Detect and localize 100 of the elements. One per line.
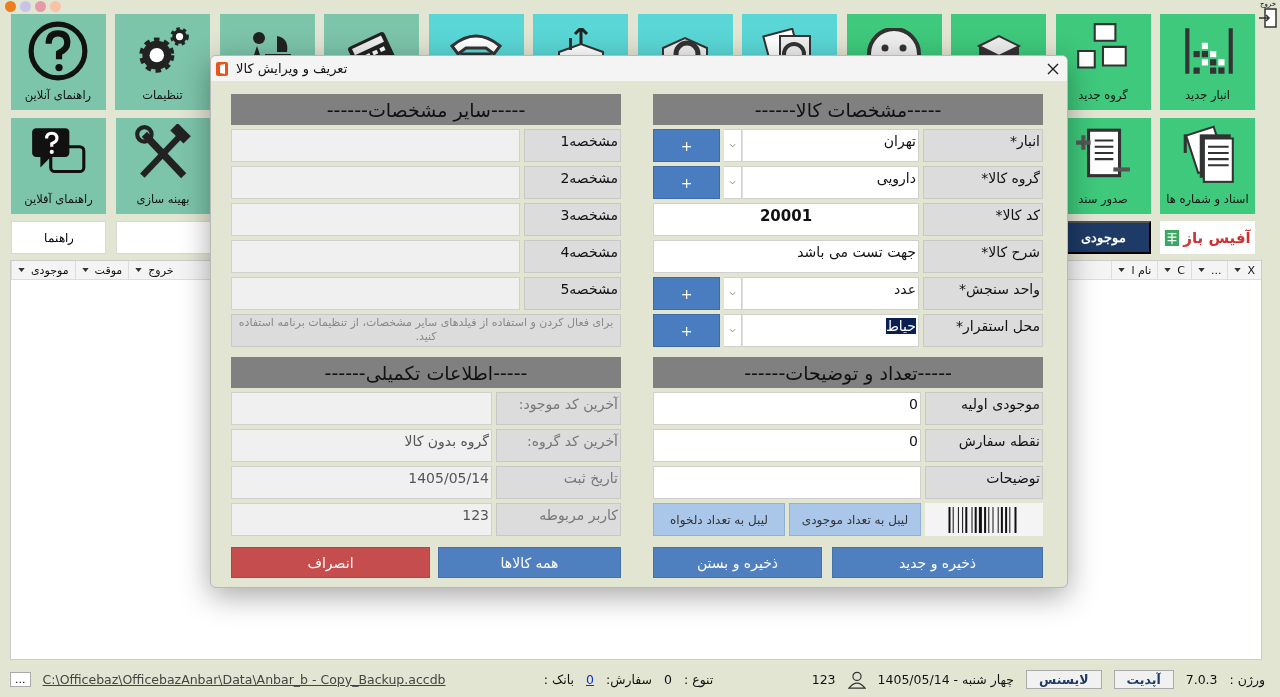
variety-count: 0 [664,672,672,687]
license-button[interactable]: لایسنس [1026,670,1102,689]
column-title: C [1177,263,1185,277]
dialog-title: تعریف و ویرایش کالا [236,61,349,76]
browse-button[interactable]: ... [10,672,31,687]
dropdown-arrow-icon [1164,268,1172,272]
dropdown-arrow-icon [81,268,89,272]
window-dot[interactable] [5,1,16,12]
column-header[interactable]: موجودی [11,261,75,279]
window-dot[interactable] [20,1,31,12]
input-field[interactable]: جهت تست می باشد [653,240,919,273]
tile-label: اسناد و شماره ها [1166,192,1249,206]
action-button[interactable]: ذخیره و بستن [653,547,822,578]
action-button[interactable]: همه کالاها [438,547,621,578]
database-path-link[interactable]: C:\Officebaz\OfficebazAnbar\Data\Anbar_b - Copy_Backup.accdb [42,672,446,687]
column-title: موقت [94,263,123,277]
tile-label: راهنمای آفلاین [24,192,93,206]
version-number: 7.0.3 [1185,672,1218,687]
add-button[interactable]: + [653,129,720,162]
app-tile[interactable]: تنظیمات [115,14,210,110]
dropdown-button[interactable] [724,166,742,199]
field-label: موجودی اولیه [925,392,1043,425]
add-button[interactable]: + [653,277,720,310]
window-dot[interactable] [50,1,61,12]
column-title: X [1247,263,1255,277]
dropdown-button[interactable] [724,314,742,347]
column-title: ... [1210,263,1222,277]
app-tile[interactable]: راهنمای آفلاین [11,118,106,214]
field-value: تهران [883,133,916,149]
exit-door-icon [1258,8,1278,28]
field-label: مشخصه5 [524,277,621,310]
dropdown-arrow-icon [18,268,25,272]
column-title: موجودی [31,263,69,277]
info-note: برای فعال کردن و استفاده از فیلدهای سایر مشخصات، از تنظیمات برنامه استفاده کنید. [231,314,621,347]
input-field[interactable]: 20001 [653,203,919,236]
section-header: -----مشخصات کالا------ [653,94,1043,125]
help-icon [27,20,89,82]
section-header: -----سایر مشخصات------ [231,94,621,125]
dropdown-button[interactable] [724,129,742,162]
input-field[interactable]: 0 [653,429,921,462]
field-label: واحد سنجش* [923,277,1043,310]
input-field[interactable] [653,466,921,499]
column-header[interactable]: C [1157,261,1191,279]
input-field[interactable]: 0 [653,392,921,425]
update-button[interactable]: آپدیت [1113,670,1174,689]
field-label: توضیحات [925,466,1043,499]
tile-label: بهینه سازی [136,192,190,206]
label-print-button[interactable]: لیبل به تعداد دلخواه [653,503,785,536]
column-title: خروج [148,263,174,277]
combo-field[interactable]: عدد [742,277,919,310]
field-label: محل استقرار* [923,314,1043,347]
field-value: حیاط [885,318,916,334]
tile-label: صدور سند [1078,192,1128,206]
dropdown-arrow-icon [135,268,143,272]
field-label: آخرین کد موجود: [496,392,621,425]
column-header[interactable]: خروج [128,261,180,279]
tile-label: تنظیمات [142,88,183,102]
logo-text: آفیس باز [1183,228,1251,247]
user-name: 123 [811,672,836,687]
field-label: انبار* [923,129,1043,162]
field-label: کاربر مربوطه [496,503,621,536]
user-icon [847,670,866,689]
version-label: ورژن : [1229,672,1265,687]
orders-link[interactable]: 0 [585,672,594,687]
field-label: مشخصه2 [524,166,621,199]
combo-field[interactable]: تهران [742,129,919,162]
dropdown-arrow-icon [1118,268,1126,272]
app-tile[interactable]: راهنمای آنلاین [10,14,106,110]
combo-field[interactable]: حیاط [742,314,919,347]
action-button[interactable]: ذخیره و جدید [832,547,1043,578]
tile-label: گروه جدید [1078,88,1128,102]
field-label: گروه کالا* [923,166,1043,199]
column-header[interactable]: موقت [74,261,129,279]
spreadsheet-icon [1164,228,1181,247]
app-tile[interactable]: اسناد و شماره ها [1160,118,1255,214]
action-button[interactable]: انصراف [231,547,430,578]
close-icon [1047,62,1059,75]
app-tile[interactable]: گروه جدید [1055,14,1151,110]
dropdown-button[interactable] [724,277,742,310]
bank-label: بانک : [543,672,574,687]
combo-field[interactable]: دارویی [742,166,919,199]
field-label: شرح کالا* [923,240,1043,273]
dropdown-arrow-icon [1197,268,1205,272]
caret-icon [729,180,736,185]
column-header[interactable]: نام ا [1111,261,1158,279]
field-value: عدد [894,281,916,297]
column-title: نام ا [1131,263,1152,277]
app-tile[interactable]: بهینه سازی [115,118,211,214]
dropdown-arrow-icon [1234,268,1242,272]
window-dot[interactable] [35,1,46,12]
column-header[interactable]: ... [1190,261,1228,279]
add-button[interactable]: + [653,314,720,347]
help-button[interactable]: راهنما [11,221,106,254]
column-header[interactable]: X [1227,261,1261,279]
field-label: نقطه سفارش [925,429,1043,462]
input-field: گروه بدون کالا [231,429,492,462]
label-print-button[interactable]: لیبل به تعداد موجودی [789,503,921,536]
app-icon [214,60,230,77]
app-tile[interactable]: انبار جدید [1160,14,1255,110]
add-button[interactable]: + [653,166,720,199]
